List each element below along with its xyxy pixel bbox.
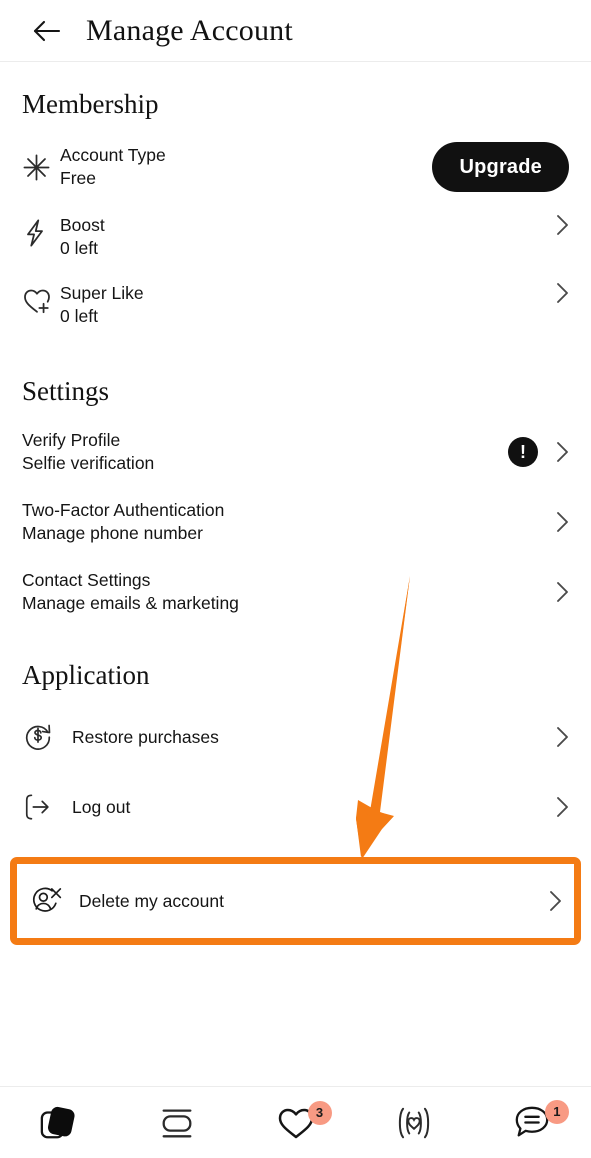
likes-count-badge: 3: [307, 1100, 332, 1125]
row-super-like-text: Super Like 0 left: [60, 282, 556, 328]
chevron-right-icon[interactable]: [556, 796, 569, 818]
row-contact-settings-text: Contact Settings Manage emails & marketi…: [22, 569, 556, 615]
row-boost-actions: [556, 214, 569, 236]
nav-item-cards[interactable]: [0, 1087, 118, 1158]
nav-item-likes[interactable]: 3: [236, 1087, 354, 1158]
row-contact-settings-actions: [556, 581, 569, 603]
row-subtitle: 0 left: [60, 306, 98, 326]
chevron-right-icon[interactable]: [556, 441, 569, 463]
row-super-like[interactable]: Super Like 0 left: [22, 278, 569, 332]
delete-account-highlight-box: Delete my account: [10, 857, 581, 945]
row-title: Two-Factor Authentication: [22, 500, 225, 520]
row-account-type-text: Account Type Free: [60, 144, 432, 190]
upgrade-button[interactable]: Upgrade: [432, 142, 569, 192]
row-subtitle: Manage emails & marketing: [22, 593, 239, 613]
row-subtitle: Selfie verification: [22, 453, 155, 473]
row-verify-profile-actions: !: [508, 437, 569, 467]
profile-card-icon: [156, 1104, 198, 1142]
manage-account-screen: Manage Account Membership Account Type F: [0, 0, 591, 1158]
row-delete-actions: [549, 890, 562, 912]
row-super-like-actions: [556, 282, 569, 304]
person-x-icon: [29, 885, 79, 917]
row-restore-purchases-actions: [556, 726, 569, 748]
row-boost[interactable]: Boost 0 left: [22, 210, 569, 264]
row-two-factor-authentication[interactable]: Two-Factor Authentication Manage phone n…: [22, 497, 569, 547]
row-verify-profile[interactable]: Verify Profile Selfie verification !: [22, 427, 569, 477]
chevron-right-icon[interactable]: [556, 726, 569, 748]
section-settings: Settings Verify Profile Selfie verificat…: [22, 376, 569, 617]
app-header: Manage Account: [0, 0, 591, 62]
dollar-refresh-icon: [22, 721, 72, 753]
chevron-right-icon[interactable]: [549, 890, 562, 912]
nav-item-profile-card[interactable]: [118, 1087, 236, 1158]
row-subtitle: Free: [60, 168, 96, 188]
row-contact-settings[interactable]: Contact Settings Manage emails & marketi…: [22, 567, 569, 617]
heart-plus-icon: [22, 282, 60, 316]
row-title: Verify Profile: [22, 430, 121, 450]
row-title: Log out: [72, 796, 131, 817]
chevron-right-icon[interactable]: [556, 581, 569, 603]
section-title-membership: Membership: [22, 89, 159, 119]
section-title-settings: Settings: [22, 376, 110, 406]
row-two-factor-text: Two-Factor Authentication Manage phone n…: [22, 499, 556, 545]
row-log-out-text: Log out: [72, 796, 556, 819]
row-two-factor-actions: [556, 511, 569, 533]
row-boost-text: Boost 0 left: [60, 214, 556, 260]
row-title: Restore purchases: [72, 726, 219, 747]
row-subtitle: 0 left: [60, 238, 98, 258]
section-application: Application Restore purchases Log out: [22, 660, 569, 831]
sonar-heart-icon: [392, 1104, 436, 1142]
row-log-out-actions: [556, 796, 569, 818]
nav-item-vibe[interactable]: [355, 1087, 473, 1158]
row-log-out[interactable]: Log out: [22, 783, 569, 831]
lightning-bolt-icon: [22, 214, 60, 248]
back-arrow-icon[interactable]: [30, 14, 64, 48]
chevron-right-icon[interactable]: [556, 214, 569, 236]
nav-item-chat[interactable]: 1: [473, 1087, 591, 1158]
row-title: Contact Settings: [22, 570, 151, 590]
chat-count-badge: 1: [544, 1099, 569, 1124]
cards-stack-filled-icon: [38, 1103, 80, 1143]
row-verify-profile-text: Verify Profile Selfie verification: [22, 429, 508, 475]
row-title: Super Like: [60, 283, 144, 303]
section-membership: Membership Account Type Free Upgrade Boo…: [22, 89, 569, 332]
row-title: Delete my account: [79, 890, 224, 911]
row-subtitle: Manage phone number: [22, 523, 203, 543]
chevron-right-icon[interactable]: [556, 511, 569, 533]
section-title-application: Application: [22, 660, 150, 690]
settings-content: Membership Account Type Free Upgrade Boo…: [0, 89, 591, 831]
row-delete-my-account[interactable]: Delete my account: [29, 872, 562, 930]
row-account-type[interactable]: Account Type Free Upgrade: [22, 134, 569, 196]
row-title: Account Type: [60, 145, 166, 165]
row-delete-my-account-text: Delete my account: [79, 890, 549, 913]
row-restore-purchases[interactable]: Restore purchases: [22, 713, 569, 761]
sparkle-asterisk-icon: [22, 153, 60, 182]
alert-exclamation-badge: !: [508, 437, 538, 467]
row-title: Boost: [60, 215, 105, 235]
page-title: Manage Account: [86, 13, 293, 47]
heart-outline-icon: 3: [276, 1100, 332, 1141]
row-account-type-actions: Upgrade: [432, 142, 569, 192]
row-restore-purchases-text: Restore purchases: [72, 726, 556, 749]
logout-arrow-icon: [22, 792, 72, 822]
chat-bubble-icon: 1: [511, 1099, 569, 1142]
bottom-navigation-bar: 3 1: [0, 1086, 591, 1158]
chevron-right-icon[interactable]: [556, 282, 569, 304]
